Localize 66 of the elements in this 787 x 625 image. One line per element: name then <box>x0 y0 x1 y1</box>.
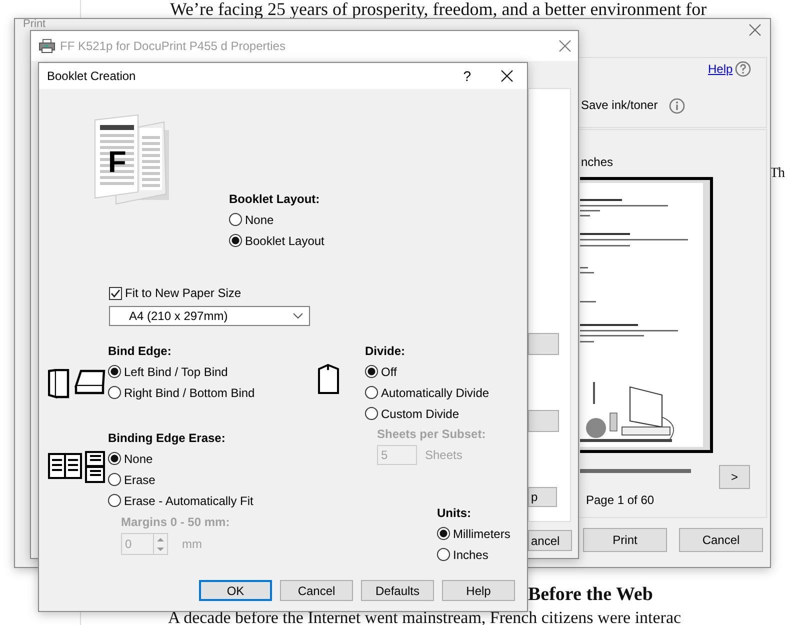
option-label: Save ink/toner <box>581 98 658 112</box>
dialog-button[interactable]: p <box>528 487 557 507</box>
option-label: Left Bind / Top Bind <box>124 364 228 378</box>
radio-button[interactable] <box>108 473 121 486</box>
option-label: None <box>124 452 153 466</box>
group-heading: Bind Edge: <box>108 343 172 360</box>
radio-button[interactable] <box>365 407 378 420</box>
dialog-button[interactable]: ancel <box>528 530 572 551</box>
option-label: Millimeters <box>453 526 510 540</box>
checkmark-icon <box>110 288 121 298</box>
page-status: Page 1 of 60 <box>586 493 654 507</box>
help-button[interactable]: ? <box>463 68 471 84</box>
group-heading: Booklet Layout: <box>229 191 321 208</box>
radio-button[interactable] <box>437 548 450 561</box>
option-label: Custom Divide <box>381 406 460 420</box>
paper-size-dropdown[interactable]: A4 (210 x 297mm) <box>109 306 310 326</box>
field-label: Margins 0 - 50 mm: <box>121 514 231 531</box>
next-page-button[interactable]: > <box>719 465 750 489</box>
radio-button[interactable] <box>365 386 378 399</box>
document-heading: Before the Web <box>528 584 653 606</box>
dialog-button[interactable]: Defaults <box>361 580 434 601</box>
radio-button[interactable] <box>108 386 121 399</box>
option-label: Erase <box>124 472 156 486</box>
page-scrollbar[interactable] <box>580 469 691 473</box>
radio-button[interactable] <box>108 365 121 378</box>
document-text: Th <box>770 166 785 182</box>
radio-button[interactable] <box>108 452 121 465</box>
field-label: Sheets per Subset: <box>377 426 487 443</box>
binding-erase-icon <box>48 451 106 483</box>
option-label: None <box>245 212 274 226</box>
window-title: Booklet Creation <box>47 69 137 83</box>
printer-icon <box>39 39 55 53</box>
window-title: Print <box>23 19 46 30</box>
units-label: nches <box>581 155 614 169</box>
dialog-button[interactable]: OK <box>199 580 272 601</box>
dialog-button[interactable]: Print <box>583 528 667 552</box>
radio-button[interactable] <box>108 494 121 507</box>
unit-label: Sheets <box>425 448 462 462</box>
document-text: We’re facing 25 years of prosperity, freedom, and a better environment for <box>170 0 707 18</box>
option-label: Booklet Layout <box>245 234 324 248</box>
close-icon[interactable] <box>501 70 513 82</box>
option-label: Automatically Divide <box>381 386 490 400</box>
chevron-down-icon <box>293 313 303 319</box>
checkbox-label: Fit to New Paper Size <box>125 286 242 300</box>
help-icon[interactable] <box>735 61 751 77</box>
option-label: Inches <box>453 548 488 562</box>
group-heading: Divide: <box>365 343 406 360</box>
unit-label: mm <box>182 537 202 551</box>
dialog-button[interactable]: Cancel <box>280 580 353 601</box>
radio-button[interactable] <box>229 234 242 247</box>
option-label: Erase - Automatically Fit <box>124 494 254 508</box>
checkbox[interactable] <box>109 286 122 300</box>
bind-edge-icon <box>48 369 106 399</box>
group-heading: Units: <box>437 505 472 522</box>
option-label: Off <box>381 364 397 378</box>
dialog-button[interactable]: Cancel <box>679 528 763 552</box>
option-label: Right Bind / Bottom Bind <box>124 386 255 400</box>
radio-button[interactable] <box>229 213 242 226</box>
radio-button[interactable] <box>365 365 378 378</box>
help-link[interactable]: Help <box>708 62 733 76</box>
info-icon[interactable] <box>669 98 685 114</box>
dialog-button[interactable]: Help <box>442 580 515 601</box>
radio-button[interactable] <box>437 527 450 540</box>
group-heading: Binding Edge Erase: <box>108 430 226 447</box>
folded-page-icon <box>318 364 339 394</box>
window-title: FF K521p for DocuPrint P455 d Properties <box>60 39 286 53</box>
